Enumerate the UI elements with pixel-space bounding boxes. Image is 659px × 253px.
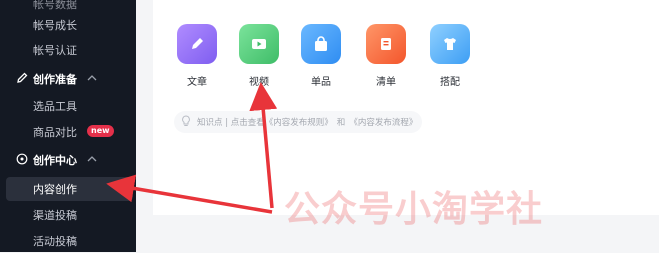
tip-conj: 和 (336, 118, 346, 128)
sidebar-item-label: 活动投稿 (33, 235, 77, 248)
sidebar-item-product-compare[interactable]: 商品对比 new (0, 120, 136, 144)
tool-label: 文章 (187, 77, 207, 88)
sidebar-item-label: 商品对比 (33, 126, 77, 139)
tool-list[interactable]: 清单 (364, 24, 408, 88)
sidebar-item-activity-submit[interactable]: 活动投稿 (0, 229, 136, 253)
sidebar-item-label: 帐号成长 (33, 19, 77, 32)
tip-link-rules[interactable]: 《内容发布规则》 (265, 116, 333, 128)
compass-icon (16, 153, 28, 165)
sidebar-item-content-create[interactable]: 内容创作 (6, 177, 133, 201)
sidebar-group-center[interactable]: 创作中心 (0, 148, 136, 172)
tool-label: 视频 (249, 77, 269, 88)
tip-prefix: 知识点 | 点击查看 (197, 118, 265, 128)
tool-label: 搭配 (440, 77, 460, 88)
sidebar-item-label: 渠道投稿 (33, 209, 77, 222)
sidebar-item-label: 帐号数据 (33, 0, 77, 11)
sidebar-group-label: 创作中心 (33, 154, 77, 167)
lightbulb-icon (181, 114, 193, 130)
sidebar-item-label: 内容创作 (33, 183, 77, 196)
sidebar-item-label: 选品工具 (33, 100, 77, 113)
tool-outfit[interactable]: 搭配 (428, 24, 472, 88)
tip-bar: 知识点 | 点击查看 《内容发布规则》 和 《内容发布流程》 (174, 111, 422, 133)
sidebar-item-account-growth[interactable]: 帐号成长 (0, 13, 136, 37)
sidebar-item-channel-submit[interactable]: 渠道投稿 (0, 203, 136, 227)
sidebar-item-account-verify[interactable]: 帐号认证 (0, 38, 136, 62)
sidebar-group-label: 创作准备 (33, 73, 77, 86)
tool-label: 清单 (376, 77, 396, 88)
watermark: 公众号小淘学社 (284, 189, 544, 230)
tip-link-process[interactable]: 《内容发布流程》 (349, 116, 417, 128)
tool-video[interactable]: 视频 (237, 24, 281, 88)
pen-icon (177, 24, 217, 64)
chevron-up-icon[interactable] (85, 152, 99, 166)
chevron-up-icon[interactable] (85, 71, 99, 85)
sidebar-item-label: 帐号认证 (33, 44, 77, 57)
new-badge: new (87, 125, 114, 137)
shirt-icon (430, 24, 470, 64)
sidebar-item-selection-tool[interactable]: 选品工具 (0, 94, 136, 118)
shopping-bag-icon (301, 24, 341, 64)
video-icon (239, 24, 279, 64)
pencil-icon (16, 72, 28, 84)
sidebar: 帐号数据 帐号成长 帐号认证 创作准备 选品工具 商品对比 new 创作中心 内… (0, 0, 136, 252)
tool-single-item[interactable]: 单品 (299, 24, 343, 88)
list-icon (366, 24, 406, 64)
sidebar-group-prep[interactable]: 创作准备 (0, 67, 136, 91)
tool-label: 单品 (311, 77, 331, 88)
tool-article[interactable]: 文章 (175, 24, 219, 88)
